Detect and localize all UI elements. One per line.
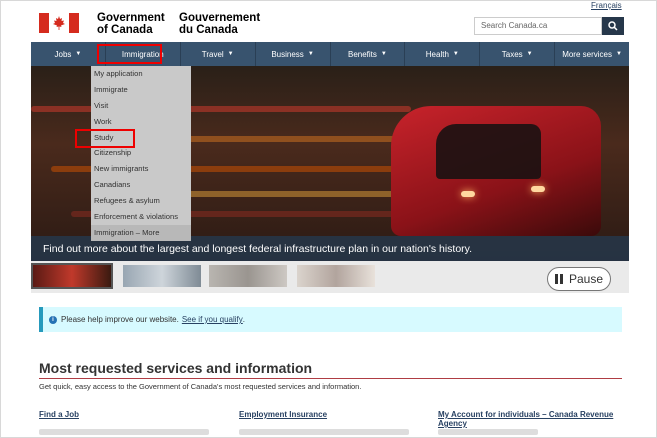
signature-french: Gouvernement du Canada bbox=[179, 12, 260, 36]
carousel-thumb-1[interactable] bbox=[31, 263, 113, 289]
carousel-pause-button[interactable]: Pause bbox=[547, 267, 611, 291]
carousel-thumb-3[interactable] bbox=[209, 265, 287, 287]
info-icon: i bbox=[49, 315, 57, 324]
chevron-down-icon: ▼ bbox=[526, 51, 533, 57]
pause-icon bbox=[554, 274, 563, 284]
signature-en-line2: of Canada bbox=[97, 24, 153, 36]
find-a-job-link[interactable]: Find a Job bbox=[39, 410, 79, 419]
menu-item-benefits[interactable]: Benefits ▼ bbox=[331, 42, 406, 66]
chevron-down-icon: ▼ bbox=[227, 51, 234, 57]
menu-label: Jobs bbox=[54, 49, 72, 59]
menu-label: Travel bbox=[201, 49, 224, 59]
search-button[interactable] bbox=[602, 17, 624, 35]
browser-page: Français Government of Canada Gouverneme… bbox=[0, 0, 657, 438]
menu-item-more-services[interactable]: More services ▼ bbox=[555, 42, 629, 66]
submenu-item-immigrate[interactable]: Immigrate bbox=[91, 82, 191, 98]
most-requested-subtitle: Get quick, easy access to the Government… bbox=[39, 382, 362, 391]
language-toggle-link[interactable]: Français bbox=[591, 1, 622, 10]
canada-flag-logo[interactable] bbox=[39, 13, 79, 33]
most-requested-heading: Most requested services and information bbox=[39, 360, 313, 376]
immigration-dropdown-menu: My application Immigrate Visit Work Stud… bbox=[91, 66, 191, 241]
submenu-item-new-immigrants[interactable]: New immigrants bbox=[91, 161, 191, 177]
signature-fr-line2: du Canada bbox=[179, 24, 238, 36]
menu-item-taxes[interactable]: Taxes ▼ bbox=[480, 42, 556, 66]
menu-label: Taxes bbox=[501, 49, 523, 59]
submenu-item-my-application[interactable]: My application bbox=[91, 66, 191, 82]
submenu-item-enforcement-violations[interactable]: Enforcement & violations bbox=[91, 209, 191, 225]
signature-english: Government of Canada bbox=[97, 12, 165, 36]
menu-item-jobs[interactable]: Jobs ▼ bbox=[31, 42, 106, 66]
menu-item-health[interactable]: Health ▼ bbox=[405, 42, 481, 66]
submenu-item-canadians[interactable]: Canadians bbox=[91, 177, 191, 193]
search-input[interactable]: Search Canada.ca bbox=[474, 17, 602, 35]
highlight-immigration bbox=[97, 44, 162, 64]
site-search: Search Canada.ca bbox=[474, 17, 624, 35]
carousel-thumbnails bbox=[31, 261, 629, 293]
maple-leaf-icon bbox=[53, 16, 65, 30]
highlight-study bbox=[75, 129, 135, 148]
chevron-down-icon: ▼ bbox=[75, 51, 82, 57]
submenu-item-work[interactable]: Work bbox=[91, 114, 191, 130]
menu-item-business[interactable]: Business ▼ bbox=[256, 42, 331, 66]
feedback-notice: i Please help improve our website. See i… bbox=[39, 307, 622, 332]
signature-en-line1: Government bbox=[97, 12, 165, 24]
menu-label: Benefits bbox=[348, 49, 377, 59]
submenu-item-immigration-more[interactable]: Immigration – More bbox=[91, 224, 191, 241]
carousel-thumb-2[interactable] bbox=[123, 265, 201, 287]
menu-item-travel[interactable]: Travel ▼ bbox=[181, 42, 256, 66]
menu-label: Health bbox=[425, 49, 449, 59]
carousel-thumb-4[interactable] bbox=[297, 265, 375, 287]
see-if-you-qualify-link[interactable]: See if you qualify bbox=[182, 315, 243, 324]
pause-label: Pause bbox=[568, 272, 604, 286]
employment-insurance-link[interactable]: Employment Insurance bbox=[239, 410, 327, 419]
submenu-item-refugees-asylum[interactable]: Refugees & asylum bbox=[91, 193, 191, 209]
chevron-down-icon: ▼ bbox=[452, 51, 459, 57]
chevron-down-icon: ▼ bbox=[380, 51, 387, 57]
signature-fr-line1: Gouvernement bbox=[179, 12, 261, 24]
heading-underline bbox=[39, 378, 622, 379]
menu-label: More services bbox=[562, 49, 612, 59]
menu-label: Business bbox=[271, 49, 304, 59]
chevron-down-icon: ▼ bbox=[615, 51, 622, 57]
chevron-down-icon: ▼ bbox=[307, 51, 314, 57]
submenu-item-visit[interactable]: Visit bbox=[91, 98, 191, 114]
my-account-cra-link[interactable]: My Account for individuals – Canada Reve… bbox=[438, 410, 628, 428]
search-icon bbox=[608, 21, 618, 31]
notice-suffix: . bbox=[242, 315, 246, 324]
notice-text: Please help improve our website. bbox=[61, 315, 179, 324]
